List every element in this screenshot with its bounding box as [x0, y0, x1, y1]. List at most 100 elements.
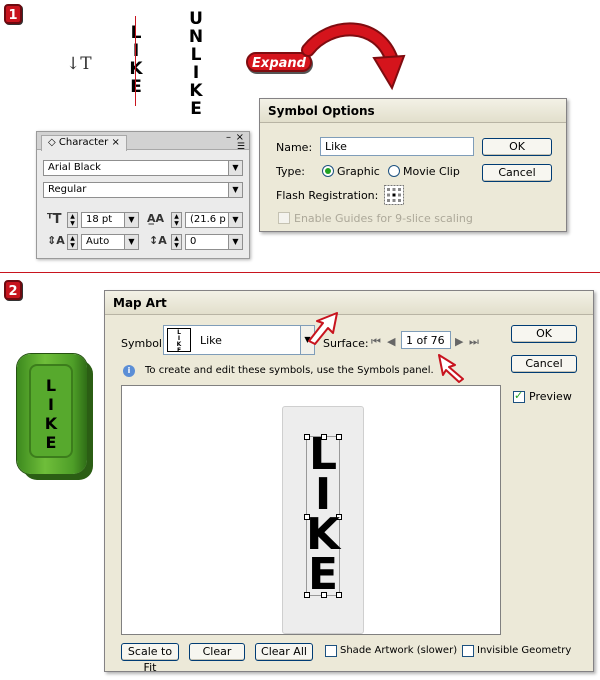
surface-input[interactable]: 1 of 76: [401, 331, 451, 349]
font-size-stepper[interactable]: ▲ ▼: [67, 212, 78, 228]
tracking-value: 0: [190, 236, 197, 247]
info-text: To create and edit these symbols, use th…: [145, 365, 434, 376]
3d-object-text: L I K E: [41, 376, 61, 452]
3d-object-face: L I K E: [29, 364, 73, 458]
last-surface-icon[interactable]: ⏭: [469, 335, 479, 349]
panel-menu-icon[interactable]: ☰: [237, 142, 245, 152]
preview-label: Preview: [529, 390, 572, 403]
registration-grid-icon[interactable]: [384, 185, 404, 205]
like-letter: E: [130, 77, 142, 97]
first-surface-icon[interactable]: ⏮: [371, 335, 381, 349]
section-divider: [0, 272, 600, 273]
shade-artwork-label: Shade Artwork (slower): [340, 645, 458, 656]
step-2-badge: 2: [4, 280, 22, 300]
step-1-badge: 1: [4, 4, 22, 24]
leading-select[interactable]: (21.6 p ▼: [185, 212, 243, 228]
graphic-radio[interactable]: [322, 165, 334, 177]
kerning-select[interactable]: Auto ▼: [81, 234, 139, 250]
vertical-type-tool-icon[interactable]: ↓T: [66, 54, 92, 74]
symbol-bounding-box[interactable]: L I K E: [303, 433, 343, 600]
cancel-button[interactable]: Cancel: [511, 355, 577, 373]
surface-label: Surface:: [323, 337, 369, 350]
scale-to-fit-button[interactable]: Scale to Fit: [121, 643, 179, 674]
ok-button[interactable]: OK: [482, 138, 552, 156]
font-family-select[interactable]: Arial Black ▼: [43, 160, 243, 176]
font-style-select[interactable]: Regular ▼: [43, 182, 243, 198]
collapse-arrow-icon: ◇: [48, 137, 56, 148]
unlike-letter: U: [189, 9, 203, 29]
kerning-stepper[interactable]: ▲ ▼: [67, 234, 78, 250]
enable-guides-checkbox[interactable]: [278, 212, 290, 224]
tracking-stepper[interactable]: ▲ ▼: [171, 234, 182, 250]
pointer-arrow-icon: [438, 354, 464, 383]
kerning-icon: ⇕A: [47, 234, 65, 247]
leading-stepper[interactable]: ▲ ▼: [171, 212, 182, 228]
font-size-icon: ᵀT: [47, 212, 62, 227]
font-size-value: 18 pt: [86, 214, 113, 225]
curved-arrow-icon: [301, 22, 406, 91]
flash-registration-label: Flash Registration:: [276, 189, 379, 202]
unlike-letter: K: [189, 81, 203, 101]
leading-icon: A̲A: [147, 212, 165, 225]
mapped-letter: E: [307, 549, 339, 600]
preview-checkbox[interactable]: [513, 389, 525, 403]
leading-value: (21.6 p: [190, 214, 226, 225]
movie-clip-radio[interactable]: [388, 165, 400, 177]
unlike-vertical-text: U N L I K E: [186, 10, 206, 118]
chevron-down-icon[interactable]: ▼: [228, 161, 242, 175]
invisible-geometry-checkbox[interactable]: [462, 645, 474, 657]
3d-letter: K: [44, 414, 58, 433]
surface-preview-area[interactable]: L I K E: [121, 385, 501, 635]
3d-letter: I: [48, 395, 54, 414]
tracking-select[interactable]: 0 ▼: [185, 234, 243, 250]
font-family-value: Arial Black: [48, 162, 101, 173]
like-letter: L: [130, 23, 142, 43]
chevron-down-icon[interactable]: ▼: [124, 213, 138, 227]
prev-surface-icon[interactable]: ◀: [387, 335, 395, 348]
chevron-down-icon[interactable]: ▼: [228, 235, 242, 249]
symbol-options-dialog: Symbol Options Name: Like OK Type: Graph…: [259, 98, 567, 232]
symbol-select[interactable]: LIKE Like ▼: [163, 325, 315, 355]
cancel-button[interactable]: Cancel: [482, 164, 552, 182]
mapped-symbol-text: L I K E: [303, 433, 343, 600]
info-icon: i: [123, 365, 135, 377]
chevron-down-icon[interactable]: ▼: [228, 183, 242, 197]
symbol-name-input[interactable]: Like: [320, 137, 474, 156]
symbol-thumbnail: LIKE: [167, 328, 191, 354]
movie-clip-label: Movie Clip: [403, 165, 460, 178]
map-art-dialog: Map Art Symbol: LIKE Like ▼ Surface: ⏮ ◀…: [104, 290, 594, 674]
character-tab[interactable]: ◇ Character ×: [41, 135, 127, 151]
ok-button[interactable]: OK: [511, 325, 577, 343]
kerning-value: Auto: [86, 236, 110, 247]
chevron-down-icon[interactable]: ▼: [124, 235, 138, 249]
shade-artwork-checkbox[interactable]: [325, 645, 337, 657]
minimize-icon[interactable]: –: [226, 132, 231, 143]
unlike-letter: E: [190, 99, 202, 119]
symbol-value: Like: [200, 334, 222, 347]
graphic-label: Graphic: [337, 165, 380, 178]
symbol-label: Symbol:: [121, 337, 166, 350]
enable-guides-label: Enable Guides for 9-slice scaling: [294, 212, 473, 225]
text-cursor-line: [135, 16, 136, 106]
unlike-letter: N: [188, 27, 204, 47]
clear-button[interactable]: Clear: [189, 643, 245, 661]
next-surface-icon[interactable]: ▶: [455, 335, 463, 348]
character-tab-label: Character: [58, 137, 109, 148]
3d-letter: L: [45, 376, 57, 395]
chevron-down-icon[interactable]: ▼: [228, 213, 242, 227]
type-label: Type:: [276, 165, 305, 178]
close-icon[interactable]: ×: [111, 137, 119, 148]
tracking-icon: ↕A: [149, 234, 167, 247]
dialog-title: Map Art: [105, 291, 593, 315]
dialog-title: Symbol Options: [260, 99, 566, 123]
3d-letter: E: [45, 433, 57, 452]
font-size-select[interactable]: 18 pt ▼: [81, 212, 139, 228]
character-panel: ◇ Character × – × ☰ Arial Black ▼ Regula…: [36, 131, 250, 259]
green-3d-object: L I K E: [17, 354, 87, 474]
like-letter: K: [129, 59, 143, 79]
name-label: Name:: [276, 141, 313, 154]
clear-all-button[interactable]: Clear All: [255, 643, 313, 661]
unlike-letter: L: [190, 45, 202, 65]
character-panel-header: ◇ Character × – × ☰: [37, 132, 249, 152]
font-style-value: Regular: [48, 184, 87, 195]
